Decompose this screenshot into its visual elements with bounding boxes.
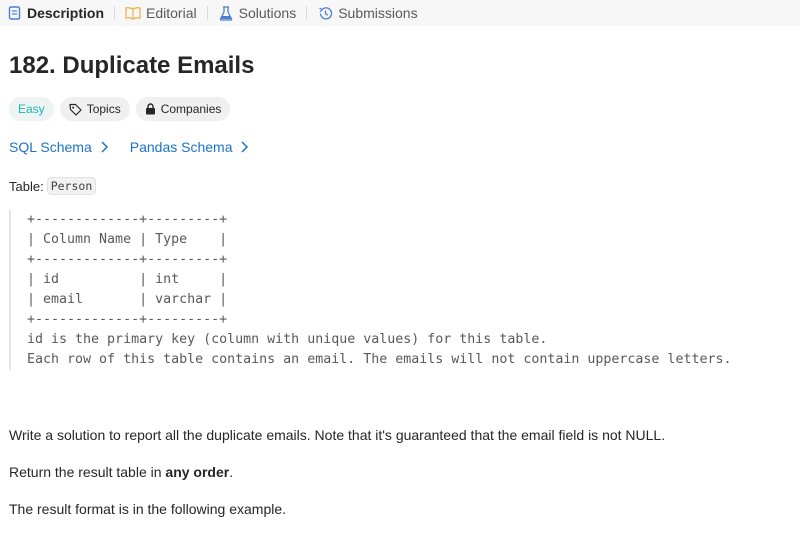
tab-bar: Description Editorial Solutions Submissi… [0, 0, 800, 26]
format-paragraph: The result format is in the following ex… [9, 501, 287, 517]
book-icon [125, 5, 141, 21]
order-text: Return the result table in [9, 464, 166, 480]
table-caption: Table: Person [9, 177, 97, 195]
schema-links: SQL Schema Pandas Schema [9, 139, 249, 155]
problem-tags: Easy Topics Companies [9, 97, 231, 121]
lock-icon [145, 103, 156, 115]
sql-schema-link[interactable]: SQL Schema [9, 139, 108, 155]
code-line: id is the primary key (column with uniqu… [27, 332, 548, 347]
tab-editorial[interactable]: Editorial [119, 0, 203, 26]
tab-solutions[interactable]: Solutions [212, 0, 303, 26]
difficulty-badge: Easy [9, 97, 54, 121]
order-paragraph: Return the result table in any order. [9, 464, 233, 480]
pandas-schema-link[interactable]: Pandas Schema [130, 139, 249, 155]
tab-label: Submissions [338, 5, 418, 21]
problem-title: 182. Duplicate Emails [9, 52, 255, 79]
code-line: | id | int | [27, 272, 228, 287]
tab-description[interactable]: Description [0, 0, 110, 26]
companies-button[interactable]: Companies [135, 97, 231, 121]
code-line: | email | varchar | [27, 292, 228, 307]
code-line: +-------------+---------+ [27, 212, 228, 227]
order-suffix: . [229, 464, 234, 480]
description-paragraph: Write a solution to report all the dupli… [9, 427, 666, 443]
companies-label: Companies [160, 102, 222, 116]
code-line: Each row of this table contains an email… [27, 352, 732, 367]
code-line: +-------------+---------+ [27, 312, 228, 327]
sql-schema-label: SQL Schema [9, 139, 92, 155]
tab-label: Editorial [146, 5, 197, 21]
chevron-right-icon [241, 141, 249, 153]
description-icon [6, 5, 22, 21]
history-icon [317, 5, 333, 21]
code-line: | Column Name | Type | [27, 232, 228, 247]
topics-label: Topics [86, 102, 121, 116]
tab-submissions[interactable]: Submissions [311, 0, 423, 26]
table-name: Person [46, 177, 97, 195]
topics-button[interactable]: Topics [59, 97, 130, 121]
tab-label: Description [27, 5, 105, 21]
code-line: +-------------+---------+ [27, 252, 228, 267]
tab-divider [206, 6, 208, 20]
table-label-text: Table: [9, 178, 44, 194]
chevron-right-icon [101, 141, 108, 153]
schema-code-block: +-------------+---------+ | Column Name … [9, 210, 800, 370]
tab-label: Solutions [238, 5, 297, 21]
tag-icon [69, 103, 82, 116]
tab-divider [306, 6, 308, 20]
tab-divider [114, 6, 116, 20]
pandas-schema-label: Pandas Schema [129, 139, 233, 155]
flask-icon [218, 5, 234, 21]
order-emphasis: any order [165, 464, 230, 480]
